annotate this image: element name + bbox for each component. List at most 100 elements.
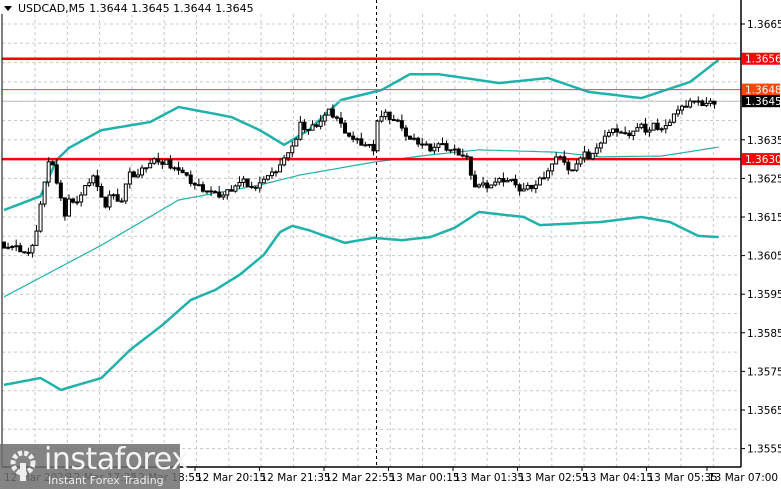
candle-bearish[interactable]	[306, 129, 311, 132]
candle-bearish[interactable]	[334, 116, 339, 119]
candle-bullish[interactable]	[436, 143, 441, 148]
candle-bullish[interactable]	[274, 171, 279, 174]
candle-bullish[interactable]	[708, 100, 713, 104]
candle-bullish[interactable]	[671, 113, 676, 123]
candle-bullish[interactable]	[127, 171, 132, 185]
candle-bearish[interactable]	[176, 167, 181, 171]
candle-bearish[interactable]	[416, 137, 421, 145]
candle-bullish[interactable]	[46, 161, 51, 183]
candle-bullish[interactable]	[452, 148, 457, 151]
candle-bullish[interactable]	[383, 111, 388, 118]
dropdown-triangle-icon[interactable]	[4, 6, 12, 11]
candle-bullish[interactable]	[631, 130, 636, 137]
candle-bearish[interactable]	[188, 174, 193, 184]
candle-bearish[interactable]	[253, 186, 258, 189]
candle-bullish[interactable]	[310, 124, 315, 131]
candle-bearish[interactable]	[95, 175, 100, 188]
candle-bullish[interactable]	[172, 167, 177, 170]
candle-bearish[interactable]	[586, 151, 591, 160]
candle-bearish[interactable]	[50, 161, 55, 166]
candle-bullish[interactable]	[75, 201, 80, 204]
candle-bearish[interactable]	[623, 132, 628, 135]
candle-bullish[interactable]	[269, 171, 274, 177]
candle-bullish[interactable]	[667, 121, 672, 127]
candle-bullish[interactable]	[537, 177, 542, 186]
candle-bullish[interactable]	[505, 180, 510, 183]
candle-bearish[interactable]	[408, 135, 412, 140]
candle-bullish[interactable]	[30, 244, 35, 254]
candle-bullish[interactable]	[525, 184, 530, 190]
candle-bearish[interactable]	[472, 174, 477, 188]
candle-bullish[interactable]	[521, 188, 526, 192]
candle-bearish[interactable]	[428, 143, 433, 152]
candle-bullish[interactable]	[611, 128, 615, 134]
candle-bullish[interactable]	[148, 162, 153, 169]
candle-bullish[interactable]	[221, 194, 226, 198]
candle-bullish[interactable]	[66, 198, 71, 217]
candle-bearish[interactable]	[359, 138, 364, 146]
candle-bullish[interactable]	[42, 181, 47, 205]
candle-bearish[interactable]	[485, 182, 490, 189]
candle-bearish[interactable]	[456, 148, 461, 156]
candle-bearish[interactable]	[330, 108, 335, 118]
candle-bearish[interactable]	[54, 164, 59, 184]
candle-bullish[interactable]	[233, 185, 238, 192]
candle-bearish[interactable]	[643, 123, 648, 133]
candle-bullish[interactable]	[286, 152, 291, 159]
candle-bullish[interactable]	[663, 125, 668, 130]
candle-bearish[interactable]	[62, 197, 67, 217]
candle-bearish[interactable]	[387, 111, 392, 121]
candle-bullish[interactable]	[598, 142, 603, 149]
candle-bullish[interactable]	[558, 156, 563, 159]
candle-bearish[interactable]	[395, 119, 400, 122]
candle-bullish[interactable]	[241, 178, 246, 183]
candle-bullish[interactable]	[635, 127, 640, 132]
candle-bearish[interactable]	[58, 182, 63, 199]
candle-bullish[interactable]	[83, 185, 88, 196]
candle-bearish[interactable]	[115, 194, 120, 202]
candle-bullish[interactable]	[298, 121, 303, 140]
candle-bullish[interactable]	[594, 147, 599, 154]
candle-bullish[interactable]	[34, 230, 39, 246]
candle-bearish[interactable]	[655, 122, 660, 130]
candle-bearish[interactable]	[338, 117, 343, 124]
candle-bearish[interactable]	[351, 135, 356, 140]
candle-bullish[interactable]	[497, 178, 502, 183]
candle-bearish[interactable]	[314, 124, 319, 127]
candle-bearish[interactable]	[131, 171, 136, 178]
candle-bearish[interactable]	[562, 156, 567, 163]
candle-bullish[interactable]	[91, 175, 96, 184]
candle-bearish[interactable]	[403, 127, 408, 137]
candle-bearish[interactable]	[200, 184, 205, 192]
candle-bearish[interactable]	[229, 189, 234, 192]
candle-bearish[interactable]	[513, 178, 518, 186]
candle-bullish[interactable]	[278, 164, 283, 173]
candle-bullish[interactable]	[14, 245, 19, 248]
candle-bullish[interactable]	[164, 159, 169, 165]
candle-bullish[interactable]	[582, 151, 587, 159]
candle-bullish[interactable]	[639, 123, 644, 129]
candle-bearish[interactable]	[700, 100, 705, 107]
candle-bearish[interactable]	[399, 120, 404, 129]
candle-bullish[interactable]	[152, 158, 157, 164]
candle-bearish[interactable]	[103, 196, 108, 208]
candle-bullish[interactable]	[578, 157, 583, 165]
candle-bearish[interactable]	[2, 241, 6, 249]
candle-bullish[interactable]	[355, 138, 360, 141]
candle-bearish[interactable]	[529, 184, 534, 190]
candle-bullish[interactable]	[481, 182, 486, 186]
candle-bullish[interactable]	[546, 170, 551, 179]
candle-bullish[interactable]	[647, 129, 652, 133]
candle-bearish[interactable]	[615, 128, 620, 133]
candle-bullish[interactable]	[79, 194, 84, 203]
candle-bullish[interactable]	[326, 108, 331, 116]
candle-bearish[interactable]	[517, 184, 522, 192]
candle-bullish[interactable]	[424, 143, 429, 146]
candle-bearish[interactable]	[566, 161, 571, 171]
candle-bearish[interactable]	[464, 155, 469, 158]
candle-bullish[interactable]	[294, 138, 299, 147]
candle-bearish[interactable]	[371, 143, 376, 152]
candle-bearish[interactable]	[570, 169, 575, 172]
candle-bearish[interactable]	[180, 169, 185, 174]
candle-bullish[interactable]	[550, 163, 555, 172]
